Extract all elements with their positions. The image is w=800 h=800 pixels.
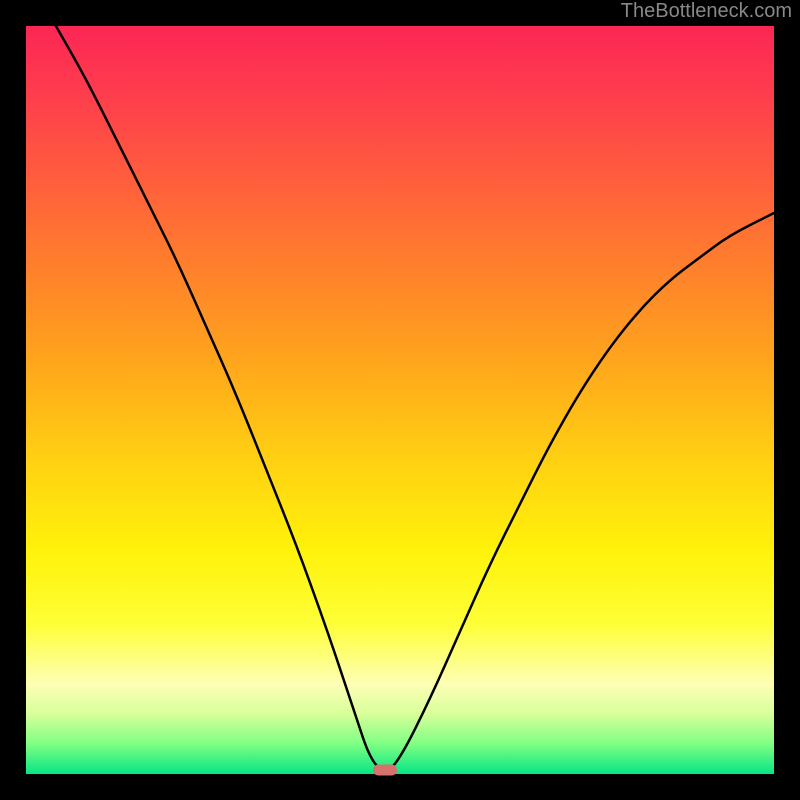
bottleneck-curve — [26, 26, 774, 774]
watermark-text: TheBottleneck.com — [621, 0, 792, 23]
curve-path — [56, 26, 774, 770]
optimum-marker — [373, 765, 397, 776]
plot-area — [26, 26, 774, 774]
chart-frame: TheBottleneck.com — [0, 0, 800, 800]
